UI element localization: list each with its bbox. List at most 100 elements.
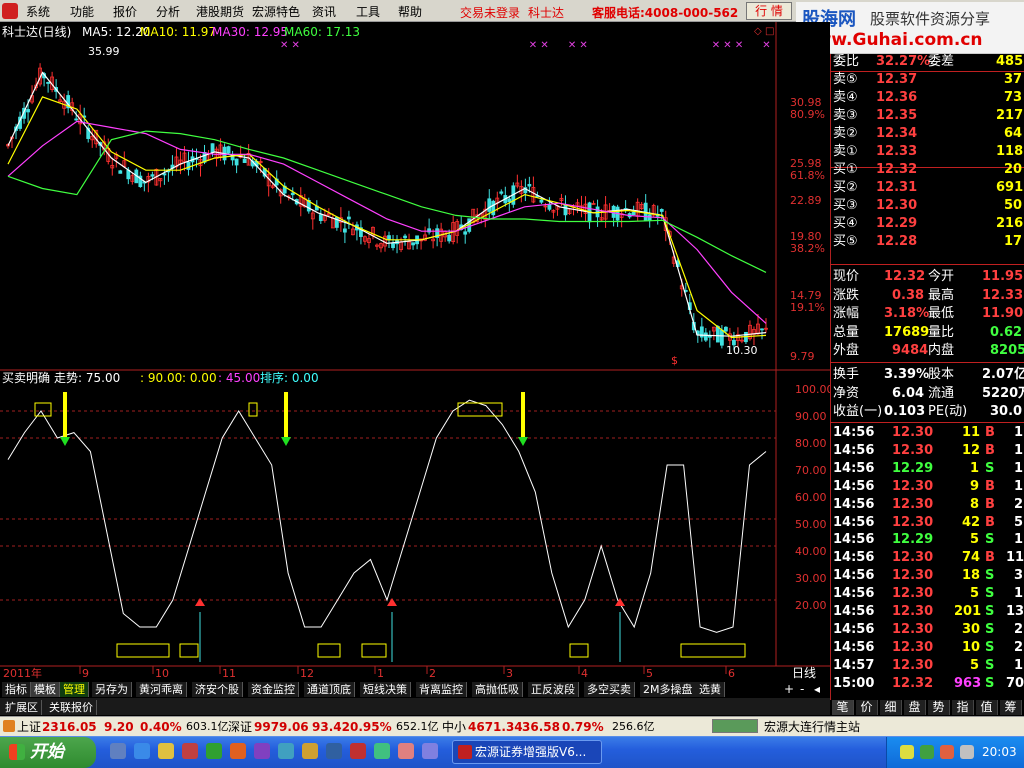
indicator-tab[interactable]: 管理	[60, 682, 89, 697]
folder-icon[interactable]	[158, 743, 174, 759]
tick-volume: 11	[962, 425, 981, 440]
zoom-plus-button[interactable]: +	[784, 683, 794, 696]
menu-tools[interactable]: 工具	[356, 3, 380, 20]
quicklaunch-icon[interactable]	[374, 743, 390, 759]
tick-volume: 18	[962, 568, 981, 584]
indicator-tab[interactable]: 黄河乖离	[136, 682, 187, 697]
tick-side: S	[985, 675, 995, 691]
tick-side: S	[985, 604, 995, 619]
quote-value: 12.32	[884, 269, 926, 284]
ind-axis-label: 50.00	[795, 518, 827, 531]
indicator-name[interactable]: 买卖明确	[2, 372, 50, 385]
indicator-tab[interactable]: 指标	[2, 682, 31, 697]
candle-body	[715, 326, 720, 343]
indicator-tab[interactable]: 济安个股	[192, 682, 243, 697]
quicklaunch-icon[interactable]	[398, 743, 414, 759]
indicator-tab[interactable]: 另存为	[92, 682, 132, 697]
scroll-button[interactable]: ◂	[814, 683, 820, 696]
period-label[interactable]: 日线	[792, 667, 816, 680]
square-icon[interactable]: □	[765, 26, 774, 37]
panel-tab[interactable]: 笔	[832, 700, 854, 715]
zoom-minus-button[interactable]: -	[800, 683, 804, 696]
sz-name[interactable]: 深证	[228, 720, 252, 734]
candle-body	[346, 216, 351, 220]
quicklaunch-icon[interactable]	[206, 743, 222, 759]
tab-extension[interactable]: 扩展区	[2, 700, 42, 715]
menu-help[interactable]: 帮助	[398, 3, 422, 20]
tick-price: 12.30	[892, 604, 934, 619]
indicator-tab[interactable]: 正反波段	[528, 682, 579, 697]
panel-tab[interactable]: 值	[976, 700, 998, 715]
indicator-tab[interactable]: 高抛低吸	[472, 682, 523, 697]
indicator-tab[interactable]: 背离监控	[416, 682, 467, 697]
menu-quote[interactable]: 报价	[113, 3, 137, 20]
menu-analysis[interactable]: 分析	[156, 3, 180, 20]
tray-icon[interactable]	[940, 745, 954, 759]
indicator-tab[interactable]: 2M多操盘	[640, 682, 697, 697]
panel-tab[interactable]: 势	[928, 700, 950, 715]
panel-tab[interactable]: 筹	[1000, 700, 1022, 715]
indicator-tab[interactable]: 多空买卖	[584, 682, 635, 697]
indicator-val3: : 45.00	[218, 371, 261, 385]
candle-body	[318, 214, 323, 222]
tray-icon[interactable]	[920, 745, 934, 759]
quicklaunch-icon[interactable]	[422, 743, 438, 759]
indicator-tab[interactable]: 资金监控	[248, 682, 299, 697]
candle-body	[391, 243, 395, 249]
tick-time: 14:56	[833, 586, 875, 602]
indicator-tab[interactable]: 选黄	[696, 682, 725, 697]
panel-tab[interactable]: 价	[856, 700, 878, 715]
sh-name[interactable]: 上证	[17, 720, 41, 734]
quicklaunch-icon[interactable]	[182, 743, 198, 759]
orderbook-price: 12.37	[876, 72, 918, 87]
candle-body	[162, 173, 167, 176]
tick-time: 14:56	[833, 568, 875, 584]
menu-function[interactable]: 功能	[70, 3, 94, 20]
quicklaunch-icon[interactable]	[230, 743, 246, 759]
panel-tab[interactable]: 盘	[904, 700, 926, 715]
orderbook-key: 卖②	[833, 126, 858, 141]
menu-system[interactable]: 系统	[26, 3, 50, 20]
panel-tab[interactable]: 指	[952, 700, 974, 715]
tick-time: 14:56	[833, 460, 875, 476]
panel-tab[interactable]: 细	[880, 700, 902, 715]
indicator-tab[interactable]: 短线决策	[360, 682, 411, 697]
quicklaunch-icon[interactable]	[254, 743, 270, 759]
zx-name[interactable]: 中小	[442, 720, 466, 734]
taskbar-app-item[interactable]: 宏源证券增强版V6...	[452, 740, 602, 764]
indicator-tab[interactable]: 通道顶底	[304, 682, 355, 697]
menu-hk-futures[interactable]: 港股期货	[196, 3, 244, 20]
network-icon	[712, 719, 758, 733]
tab-related-quote[interactable]: 关联报价	[46, 700, 97, 715]
quicklaunch-icon[interactable]	[302, 743, 318, 759]
quote-value: 3.18%	[884, 306, 930, 321]
trade-login-status[interactable]: 交易未登录	[460, 4, 520, 21]
quicklaunch-icon[interactable]	[326, 743, 342, 759]
quote-button[interactable]: 行 情	[746, 2, 792, 20]
indicator-val1: : 90.00	[140, 371, 183, 385]
quicklaunch-icon[interactable]	[350, 743, 366, 759]
indicator-tab[interactable]: 模板	[31, 682, 60, 697]
menu-info[interactable]: 资讯	[312, 3, 336, 20]
tick-volume: 1	[970, 460, 980, 476]
quicklaunch-icon[interactable]	[110, 743, 126, 759]
app-icon[interactable]	[2, 3, 18, 19]
candle-body	[290, 192, 295, 196]
clock[interactable]: 20:03	[982, 745, 1017, 759]
tray-icon[interactable]	[900, 745, 914, 759]
date-axis-label: 9	[82, 667, 89, 680]
menu-hongyuan[interactable]: 宏源特色	[252, 3, 300, 20]
volume-icon[interactable]	[960, 745, 974, 759]
tick-volume: 5	[970, 657, 980, 673]
quicklaunch-icon[interactable]	[278, 743, 294, 759]
server-name[interactable]: 宏源大连行情主站	[764, 720, 860, 734]
tick-price: 12.30	[892, 621, 934, 637]
tick-side: S	[985, 532, 995, 548]
indicator-trend: 走势: 75.00	[54, 371, 121, 385]
fund-key: 收益(一)	[833, 404, 883, 419]
diamond-icon[interactable]: ◇	[754, 26, 762, 37]
date-axis-label: 11	[222, 667, 236, 680]
ie-icon[interactable]	[134, 743, 150, 759]
kline-chart[interactable]	[0, 22, 830, 681]
tick-time: 14:56	[833, 550, 875, 566]
